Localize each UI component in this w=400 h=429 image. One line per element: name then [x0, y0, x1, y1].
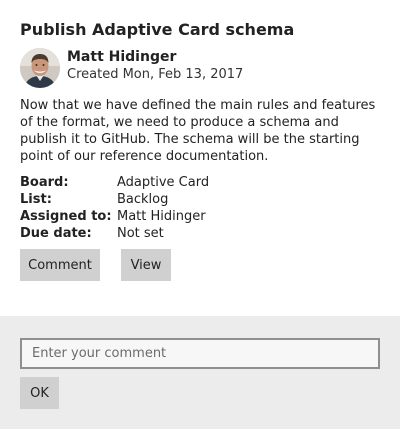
- fact-row-due-date: Due date: Not set: [20, 225, 209, 242]
- fact-value: Adaptive Card: [117, 175, 210, 190]
- card-title: Publish Adaptive Card schema: [20, 20, 295, 39]
- fact-key: List:: [20, 192, 52, 207]
- fact-key: Due date:: [20, 226, 92, 241]
- fact-row-board: Board: Adaptive Card: [20, 174, 209, 191]
- avatar: [20, 48, 60, 88]
- fact-value: Matt Hidinger: [117, 209, 206, 224]
- fact-key: Board:: [20, 175, 69, 190]
- author-name: Matt Hidinger: [67, 49, 177, 65]
- fact-value: Not set: [117, 226, 164, 241]
- created-date: Created Mon, Feb 13, 2017: [67, 67, 244, 82]
- card-body: Publish Adaptive Card schema Matt Hiding…: [0, 0, 400, 316]
- comment-panel: OK: [0, 316, 400, 429]
- person-photo-icon: [20, 48, 60, 88]
- comment-button[interactable]: Comment: [20, 249, 100, 281]
- card-description: Now that we have defined the main rules …: [20, 98, 376, 164]
- adaptive-card: Publish Adaptive Card schema Matt Hiding…: [0, 0, 400, 429]
- ok-button[interactable]: OK: [20, 377, 59, 409]
- fact-row-assigned-to: Assigned to: Matt Hidinger: [20, 208, 209, 225]
- fact-set: Board: Adaptive Card List: Backlog Assig…: [20, 174, 209, 242]
- view-button[interactable]: View: [121, 249, 171, 281]
- fact-key: Assigned to:: [20, 209, 112, 224]
- fact-row-list: List: Backlog: [20, 191, 209, 208]
- fact-value: Backlog: [117, 192, 169, 207]
- comment-input[interactable]: [20, 338, 380, 369]
